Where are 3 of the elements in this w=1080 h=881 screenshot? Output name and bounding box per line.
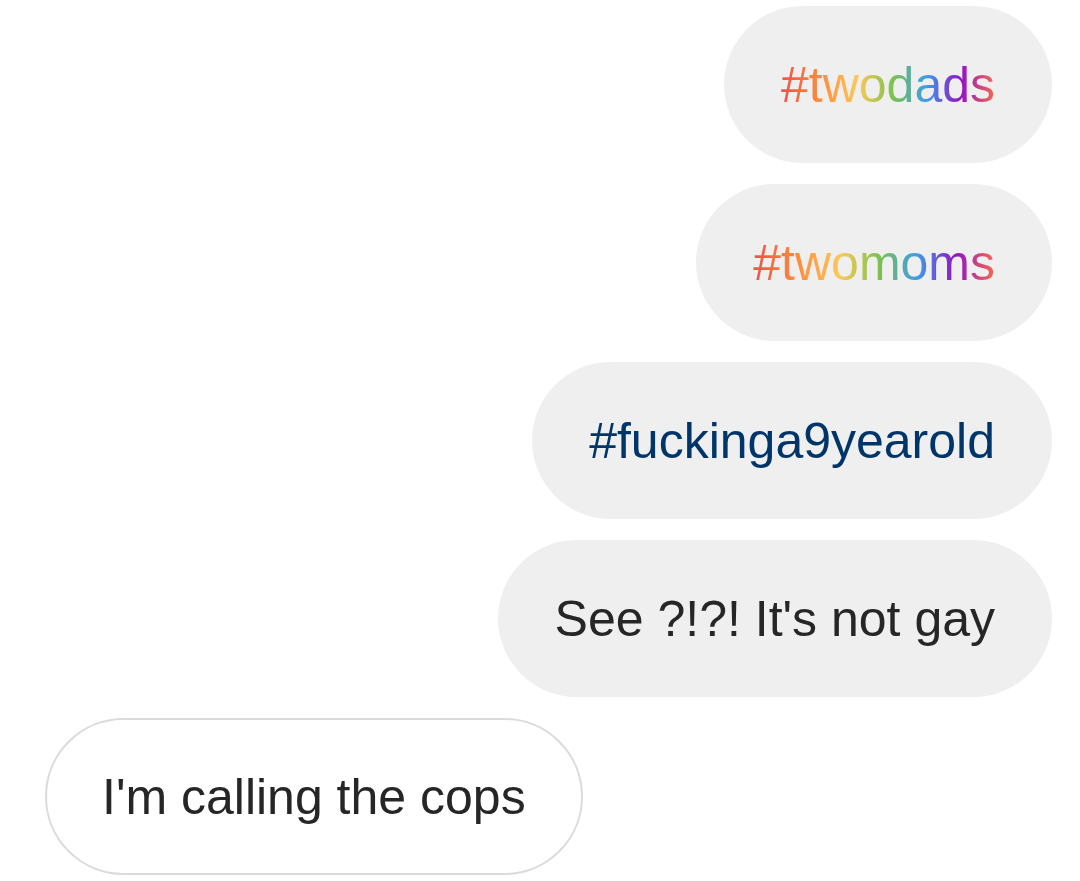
message-text: See ?!?! It's not gay bbox=[554, 589, 995, 649]
hashtag-link[interactable]: #fuckinga9yearold bbox=[589, 410, 995, 471]
message-text: I'm calling the cops bbox=[102, 767, 526, 827]
